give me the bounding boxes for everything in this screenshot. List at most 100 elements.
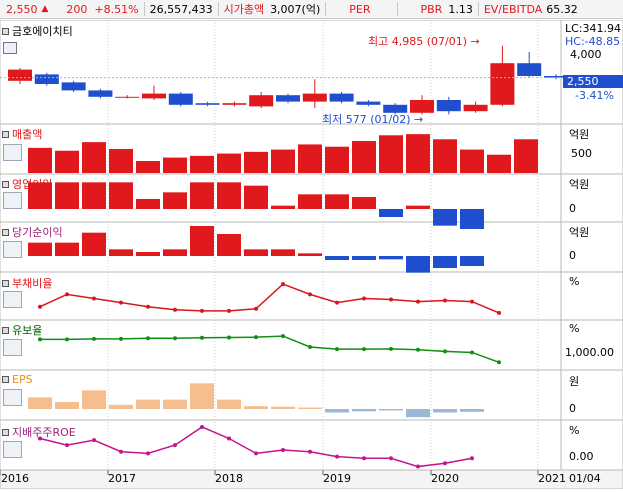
line-chart-icon[interactable] [3,241,22,258]
reserve-ratio-point [65,337,69,342]
roe-point [146,451,150,456]
revenue-bar [109,149,133,173]
line-chart-icon[interactable] [3,441,22,458]
eps-bar [136,399,160,409]
net-income-bar [55,242,79,256]
reserve-ratio-point [416,347,420,352]
candle-body [517,63,542,76]
per-label: PER [349,2,371,16]
net-tick: 0 [569,249,576,262]
debt-ratio-point [335,300,339,305]
roe-point [389,456,393,461]
reserve-unit: % [569,322,580,335]
roe-point [200,424,204,429]
op-income-bar [244,185,268,209]
reserve-ratio-point [281,334,285,339]
debt-ratio-point [416,299,420,304]
roe-point [173,443,177,448]
panel-square-icon [2,376,9,383]
debt-ratio-point [281,282,285,287]
revenue-bar [460,149,484,173]
panel-square-icon [2,228,9,236]
high-annotation: 최고 4,985 (07/01) → [368,35,480,48]
panel-square-icon [2,130,9,138]
revenue-bar [136,161,160,173]
line-chart-icon[interactable] [3,192,22,209]
line-chart-icon[interactable] [3,291,22,308]
debt-ratio-point [92,296,96,301]
panel-square-icon [2,326,9,334]
reserve-ratio-point [146,336,150,341]
debt-ratio-point [443,298,447,303]
reserve-tick: 1,000.00 [565,346,614,359]
debt-ratio-point [173,307,177,312]
ev-value: 65.32 [546,2,578,16]
op-income-bar [379,209,403,217]
net-income-bar [325,256,349,260]
candle-body [222,103,247,105]
panel-title-reserve: 유보율 [2,322,42,338]
x-label-2018: 2018 [215,472,243,485]
roe-point [470,456,474,461]
reserve-ratio-line [40,335,500,363]
panel-title-op-income: 영업이익 [2,176,52,192]
roe-tick: 0.00 [569,450,594,463]
eps-bar [217,399,241,409]
panel-frame [0,419,562,471]
volume-value: 26,557,433 [149,2,213,16]
roe-point [443,461,447,466]
current-price-tag: 2,550 [563,75,623,88]
net-income-bar [352,256,376,260]
x-axis-bar [0,469,623,490]
op-income-bar [163,192,187,209]
revenue-bar [352,141,376,173]
net-income-bar [379,256,403,260]
debt-ratio-point [119,300,123,305]
net-income-bar [271,249,295,256]
debt-ratio-line [39,283,500,314]
chart-area[interactable]: 금호에이치티 LC:341.94 HC:-48.85 4,000 2,550 -… [0,19,623,490]
panel-title-eps: EPS [2,373,33,386]
candle-body [302,93,327,102]
mcap-label: 시가총액 [223,3,265,16]
debt-ratio-point [227,308,231,313]
line-chart-icon[interactable] [3,389,22,406]
candle-body [249,95,274,107]
panel-square-icon [2,428,9,436]
panel-frame [0,319,562,371]
lc-label: LC:341.94 [565,22,622,35]
revenue-bar [28,147,52,173]
roe-point [281,448,285,453]
revenue-bar [514,139,538,173]
debt-ratio-point [308,292,312,297]
revenue-bar [379,135,403,173]
roe-point [227,436,231,441]
x-label-2020: 2020 [431,472,459,485]
debt-ratio-point [470,299,474,304]
op-income-bar [109,182,133,209]
debt-ratio-point [362,296,366,301]
chart-svg[interactable] [0,19,623,490]
reserve-ratio-point [308,345,312,349]
revenue-bar [406,134,430,173]
reserve-ratio-point [335,347,339,352]
net-income-bar [190,226,214,256]
line-chart-icon[interactable] [3,339,22,356]
eps-bar [190,383,214,409]
net-income-bar [136,252,160,256]
line-chart-icon[interactable] [3,144,22,161]
hc-label: HC:-48.85 [565,35,621,48]
net-income-bar [163,249,187,256]
grid-icon[interactable] [3,42,17,54]
revenue-bar [82,142,106,173]
roe-point [254,451,258,456]
net-income-bar [460,256,484,266]
candle-body [168,93,193,105]
reserve-ratio-point [119,336,123,341]
pbr-label: PBR [420,2,443,16]
eps-tick: 0 [569,402,576,415]
x-label-2021: 2021 [538,472,566,485]
panel-square-icon [2,27,9,35]
net-income-bar [433,256,457,268]
op-income-bar [82,182,106,209]
